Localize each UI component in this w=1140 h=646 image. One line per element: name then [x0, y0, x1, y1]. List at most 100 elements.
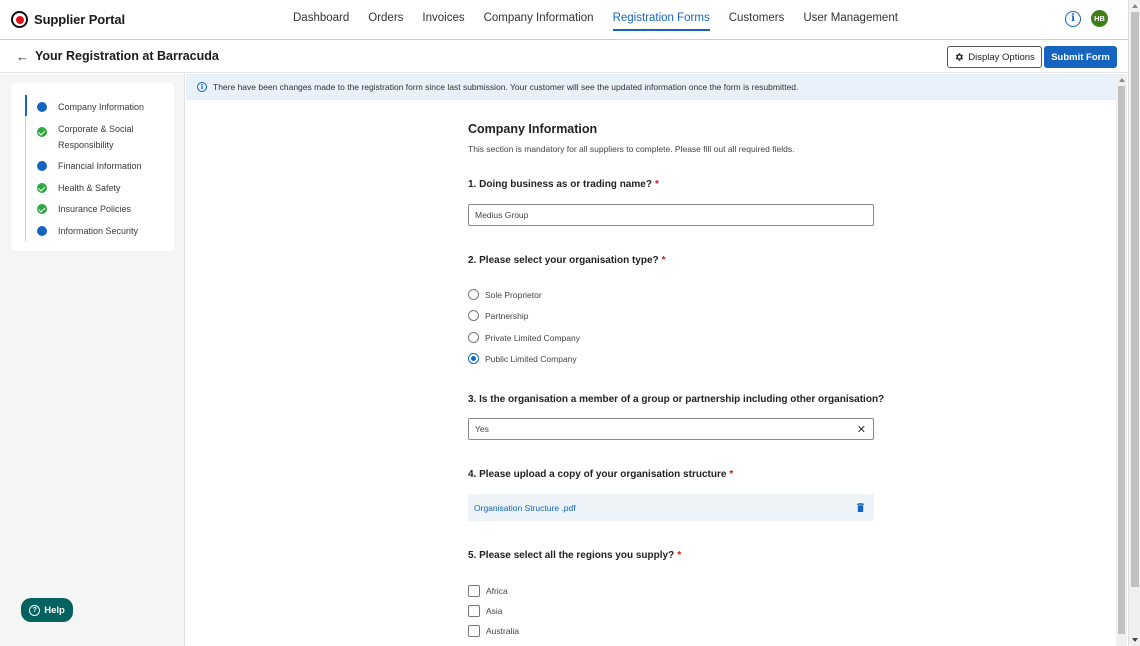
- radio-sole-proprietor[interactable]: Sole Proprietor: [468, 289, 542, 300]
- question-5-label: 5. Please select all the regions you sup…: [468, 550, 681, 561]
- left-pane: Company Information Corporate & Social R…: [0, 74, 185, 646]
- file-link[interactable]: Organisation Structure .pdf: [474, 503, 576, 513]
- info-icon: i: [197, 82, 207, 92]
- question-text: 3. Is the organisation a member of a gro…: [468, 394, 885, 405]
- page-title: Your Registration at Barracuda: [35, 49, 219, 63]
- option-label: Private Limited Company: [485, 332, 580, 343]
- page-scrollbar[interactable]: [1128, 0, 1140, 646]
- checkbox-australia[interactable]: Australia: [468, 625, 519, 637]
- display-options-button[interactable]: Display Options: [947, 46, 1042, 68]
- section-description: This section is mandatory for all suppli…: [468, 144, 795, 154]
- step-financial-information[interactable]: Financial Information: [37, 159, 153, 174]
- section-title: Company Information: [468, 122, 598, 136]
- step-health-safety[interactable]: Health & Safety: [37, 181, 153, 196]
- radio-button-selected[interactable]: [468, 353, 479, 364]
- step-label: Health & Safety: [58, 183, 121, 193]
- section-stepper: Company Information Corporate & Social R…: [11, 83, 174, 251]
- nav-user-management[interactable]: User Management: [803, 0, 898, 40]
- option-label: Sole Proprietor: [485, 289, 542, 300]
- app-name: Supplier Portal: [34, 12, 125, 27]
- page-header: ← Your Registration at Barracuda Display…: [0, 41, 1128, 73]
- required-marker: *: [661, 255, 666, 266]
- question-text: 5. Please select all the regions you sup…: [468, 550, 675, 561]
- question-circle-icon: ?: [29, 604, 41, 616]
- page-scrollbar-thumb[interactable]: [1131, 12, 1139, 587]
- scroll-up-arrow-icon[interactable]: [1119, 78, 1125, 82]
- question-2-label: 2. Please select your organisation type?…: [468, 255, 666, 266]
- nav-customers[interactable]: Customers: [729, 0, 785, 40]
- required-marker: *: [654, 179, 659, 190]
- question-4-label: 4. Please upload a copy of your organisa…: [468, 469, 733, 480]
- content-scrollbar-thumb[interactable]: [1118, 86, 1125, 634]
- trading-name-input[interactable]: Medius Group: [468, 204, 874, 226]
- target-logo-icon: [11, 11, 28, 28]
- top-right-actions: i HB: [1065, 10, 1108, 27]
- clear-icon[interactable]: ✕: [857, 423, 866, 436]
- help-label: Help: [44, 604, 65, 616]
- checkbox-africa[interactable]: Africa: [468, 585, 508, 597]
- check-circle-icon: [37, 183, 47, 193]
- radio-button[interactable]: [468, 332, 479, 343]
- brand[interactable]: Supplier Portal: [11, 11, 125, 28]
- stepper-track: [25, 95, 26, 241]
- step-label: Corporate & Social Responsibility: [58, 124, 134, 150]
- question-text: 2. Please select your organisation type?: [468, 255, 659, 266]
- main-nav: Dashboard Orders Invoices Company Inform…: [293, 0, 898, 40]
- question-text: 1. Doing business as or trading name?: [468, 179, 652, 190]
- nav-dashboard[interactable]: Dashboard: [293, 0, 349, 40]
- nav-invoices[interactable]: Invoices: [422, 0, 464, 40]
- scroll-down-arrow-icon[interactable]: [1132, 638, 1138, 642]
- step-insurance-policies[interactable]: Insurance Policies: [37, 202, 153, 217]
- group-member-select[interactable]: Yes ✕: [468, 418, 874, 440]
- nav-orders[interactable]: Orders: [368, 0, 403, 40]
- checkbox[interactable]: [468, 625, 480, 637]
- submit-form-button[interactable]: Submit Form: [1044, 46, 1117, 68]
- required-marker: *: [729, 469, 734, 480]
- check-circle-icon: [37, 127, 47, 137]
- back-arrow-icon[interactable]: ←: [16, 49, 29, 64]
- user-avatar[interactable]: HB: [1091, 10, 1108, 27]
- uploaded-file: Organisation Structure .pdf: [468, 494, 874, 521]
- banner-text: There have been changes made to the regi…: [213, 82, 799, 92]
- step-company-information[interactable]: Company Information: [37, 100, 153, 115]
- scroll-up-arrow-icon[interactable]: [1132, 4, 1138, 8]
- radio-public-limited-company[interactable]: Public Limited Company: [468, 353, 577, 364]
- checkbox[interactable]: [468, 585, 480, 597]
- step-incomplete-dot-icon: [37, 226, 47, 236]
- content-scrollbar[interactable]: [1116, 74, 1127, 646]
- radio-private-limited-company[interactable]: Private Limited Company: [468, 332, 580, 343]
- question-text: 4. Please upload a copy of your organisa…: [468, 469, 727, 480]
- required-marker: *: [677, 550, 682, 561]
- gear-icon: [956, 53, 964, 61]
- form-content: i There have been changes made to the re…: [186, 74, 1116, 646]
- nav-registration-forms[interactable]: Registration Forms: [612, 0, 710, 40]
- top-navigation-bar: Supplier Portal Dashboard Orders Invoice…: [0, 0, 1128, 40]
- question-1-label: 1. Doing business as or trading name? *: [468, 179, 659, 190]
- step-label: Insurance Policies: [58, 204, 132, 214]
- step-label: Financial Information: [58, 161, 142, 171]
- step-information-security[interactable]: Information Security: [37, 224, 153, 239]
- radio-partnership[interactable]: Partnership: [468, 310, 528, 321]
- radio-button[interactable]: [468, 310, 479, 321]
- step-corporate-social-responsibility[interactable]: Corporate & Social Responsibility: [37, 122, 153, 153]
- display-options-label: Display Options: [968, 51, 1035, 63]
- step-label: Information Security: [58, 226, 139, 236]
- step-current-dot-icon: [37, 102, 47, 112]
- option-label: Public Limited Company: [485, 353, 577, 364]
- help-button[interactable]: ? Help: [21, 598, 73, 622]
- step-incomplete-dot-icon: [37, 161, 47, 171]
- select-value: Yes: [475, 424, 489, 434]
- option-label: Australia: [486, 626, 520, 636]
- checkbox-asia[interactable]: Asia: [468, 605, 503, 617]
- stepper-active-indicator: [25, 95, 27, 116]
- option-label: Africa: [486, 586, 508, 596]
- radio-button[interactable]: [468, 289, 479, 300]
- question-3-label: 3. Is the organisation a member of a gro…: [468, 394, 884, 405]
- trash-icon[interactable]: [857, 503, 864, 512]
- nav-company-information[interactable]: Company Information: [484, 0, 594, 40]
- step-label: Company Information: [58, 102, 145, 112]
- option-label: Asia: [486, 606, 503, 616]
- info-icon[interactable]: i: [1065, 10, 1081, 27]
- changes-info-banner: i There have been changes made to the re…: [186, 74, 1116, 100]
- checkbox[interactable]: [468, 605, 480, 617]
